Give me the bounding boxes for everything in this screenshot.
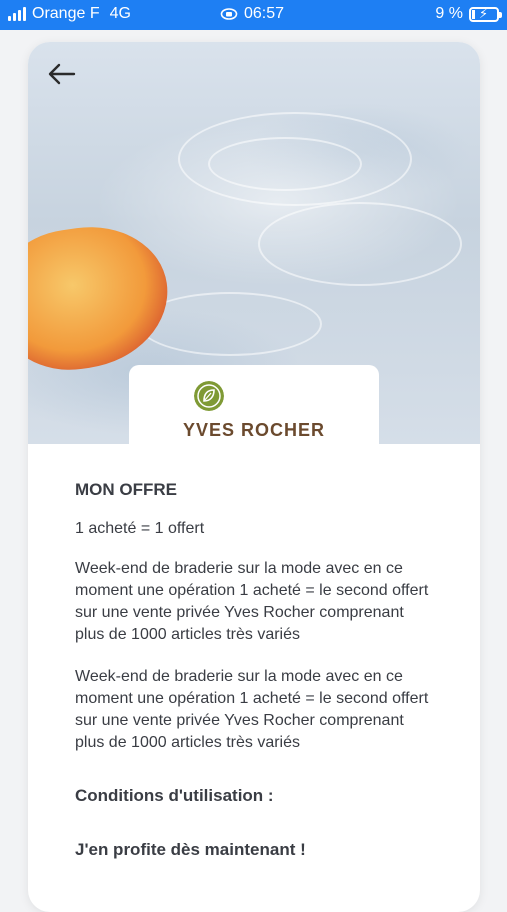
conditions-heading: Conditions d'utilisation : [75,786,274,805]
orientation-lock-icon [220,8,238,20]
brand-name: YVES ROCHER [182,420,326,440]
status-bar: Orange F 4G 06:57 9 % ⚡ [0,0,507,30]
offer-paragraph-1: Week-end de braderie sur la mode avec en… [75,560,429,643]
offer-content: MON OFFRE 1 acheté = 1 offert Week-end d… [75,480,435,860]
offer-heading: MON OFFRE [75,480,177,499]
status-right: 9 % ⚡ [435,5,502,23]
offer-deal: 1 acheté = 1 offert [75,520,205,537]
fruit-image [28,216,177,380]
offer-paragraph-2: Week-end de braderie sur la mode avec en… [75,668,429,751]
back-arrow-icon[interactable] [44,56,80,92]
yves-rocher-logo-icon [194,381,224,411]
battery-percentage: 9 % [435,5,463,22]
carrier-name: Orange F [32,5,100,22]
offer-card: YVES ROCHER MON OFFRE 1 acheté = 1 offer… [28,42,480,912]
cta-heading: J'en profite dès maintenant ! [75,840,306,859]
battery-icon: ⚡ [469,6,502,22]
status-left: Orange F 4G [8,5,131,23]
status-time: 06:57 [244,5,285,22]
signal-strength-icon [8,7,26,21]
network-type: 4G [109,5,131,22]
status-center: 06:57 [220,5,284,23]
